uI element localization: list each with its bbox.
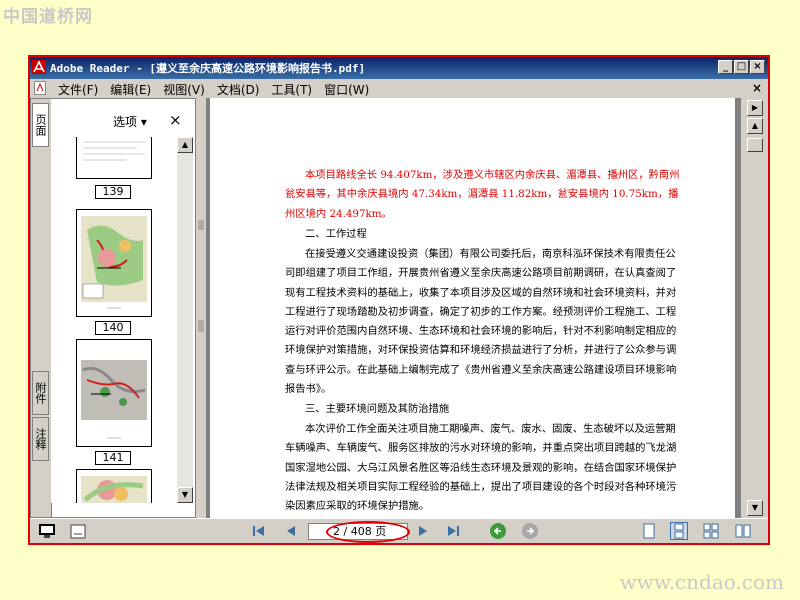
scroll-up-button[interactable]: ▲ bbox=[747, 118, 763, 134]
thumbnail-page-number: 139 bbox=[95, 185, 131, 199]
page-thumbnail[interactable] bbox=[76, 209, 152, 317]
document-view[interactable]: 本项目路线全长 94.407km，涉及遵义市辖区内余庆县、湄潭县、播州区，黔南州… bbox=[206, 98, 741, 518]
document-close-button[interactable]: × bbox=[752, 81, 762, 95]
scroll-up-button[interactable]: ▲ bbox=[177, 137, 193, 153]
previous-view-button[interactable] bbox=[490, 523, 506, 539]
thumbnail-page-number: 140 bbox=[95, 321, 131, 335]
menu-edit[interactable]: 编辑(E) bbox=[104, 80, 157, 99]
watermark-bottom: www.cndao.com bbox=[619, 570, 784, 594]
document-page: 本项目路线全长 94.407km，涉及遵义市辖区内余庆县、湄潭县、播州区，黔南州… bbox=[210, 98, 735, 518]
page-thumbnail[interactable] bbox=[76, 339, 152, 447]
paragraph-route-length: 本项目路线全长 94.407km，涉及遵义市辖区内余庆县、湄潭县、播州区，黔南州… bbox=[285, 169, 680, 220]
single-page-icon[interactable] bbox=[640, 522, 658, 540]
thumbnail-scrollbar[interactable]: ▲ ▼ bbox=[177, 137, 193, 503]
close-button[interactable]: × bbox=[750, 60, 765, 74]
heading-env-issues: 三、主要环境问题及其防治措施 bbox=[305, 403, 450, 415]
tab-comments[interactable]: 注释 bbox=[32, 417, 49, 461]
title-bar[interactable]: Adobe Reader - [遵义至余庆高速公路环境影响报告书.pdf] _ … bbox=[30, 57, 768, 79]
paragraph-env-issues: 本次评价工作全面关注项目施工期噪声、废气、废水、固废、生态破坏以及运营期车辆噪声… bbox=[285, 423, 677, 513]
scroll-thumb[interactable] bbox=[747, 138, 763, 152]
next-view-button[interactable] bbox=[522, 523, 538, 539]
expand-right-button[interactable]: ▶ bbox=[747, 100, 763, 116]
tab-pages[interactable]: 页面 bbox=[32, 103, 49, 147]
thumbnail-page-number: 141 bbox=[95, 451, 131, 465]
menu-file[interactable]: 文件(F) bbox=[52, 80, 104, 99]
scroll-down-button[interactable]: ▼ bbox=[747, 500, 763, 516]
window-title: Adobe Reader - [遵义至余庆高速公路环境影响报告书.pdf] bbox=[50, 62, 366, 75]
reader-window: Adobe Reader - [遵义至余庆高速公路环境影响报告书.pdf] _ … bbox=[28, 55, 770, 545]
heading-work-process: 二、工作过程 bbox=[305, 228, 367, 240]
menu-window[interactable]: 窗口(W) bbox=[318, 80, 375, 99]
close-panel-icon[interactable]: × bbox=[169, 111, 182, 129]
page-thumbnail[interactable] bbox=[76, 469, 152, 503]
monitor-icon[interactable] bbox=[38, 523, 56, 539]
navigation-panel: 页面 附件 注释 选项 ▾ × 139 140 141 ▲ ▼ bbox=[30, 98, 196, 518]
adobe-reader-icon bbox=[32, 60, 46, 74]
menu-view[interactable]: 视图(V) bbox=[157, 80, 211, 99]
continuous-facing-icon[interactable] bbox=[734, 522, 752, 540]
menu-document[interactable]: 文档(D) bbox=[211, 80, 266, 99]
document-scrollbar[interactable]: ▶ ▲ ▼ bbox=[745, 98, 764, 518]
highlight-oval bbox=[326, 521, 410, 543]
menu-tools[interactable]: 工具(T) bbox=[265, 80, 318, 99]
minimize-button[interactable]: _ bbox=[718, 60, 733, 74]
thumbnail-list: 139 140 141 bbox=[51, 137, 175, 503]
thumbnails-header: 选项 ▾ × bbox=[51, 99, 195, 137]
first-page-button[interactable] bbox=[252, 524, 266, 538]
tab-attachments[interactable]: 附件 bbox=[32, 371, 49, 415]
watermark-top: 中国道桥网 bbox=[3, 7, 93, 27]
options-menu[interactable]: 选项 ▾ bbox=[113, 113, 147, 130]
last-page-button[interactable] bbox=[446, 524, 460, 538]
menu-bar: 文件(F) 编辑(E) 视图(V) 文档(D) 工具(T) 窗口(W) × bbox=[30, 79, 768, 98]
facing-pages-icon[interactable] bbox=[702, 522, 720, 540]
continuous-page-icon[interactable] bbox=[670, 522, 688, 540]
status-bar: 2 / 408 页 bbox=[30, 518, 768, 543]
scroll-down-button[interactable]: ▼ bbox=[177, 487, 193, 503]
page-thumbnail[interactable] bbox=[76, 137, 152, 179]
maximize-button[interactable]: □ bbox=[734, 60, 749, 74]
previous-page-button[interactable] bbox=[284, 524, 298, 538]
panel-splitter[interactable] bbox=[196, 98, 206, 518]
next-page-button[interactable] bbox=[416, 524, 430, 538]
paragraph-work-process: 在接受遵义交通建设投资（集团）有限公司委托后，南京科泓环保技术有限责任公司即组建… bbox=[285, 248, 677, 396]
pdf-document-icon bbox=[34, 81, 46, 95]
page-icon[interactable] bbox=[70, 524, 86, 539]
